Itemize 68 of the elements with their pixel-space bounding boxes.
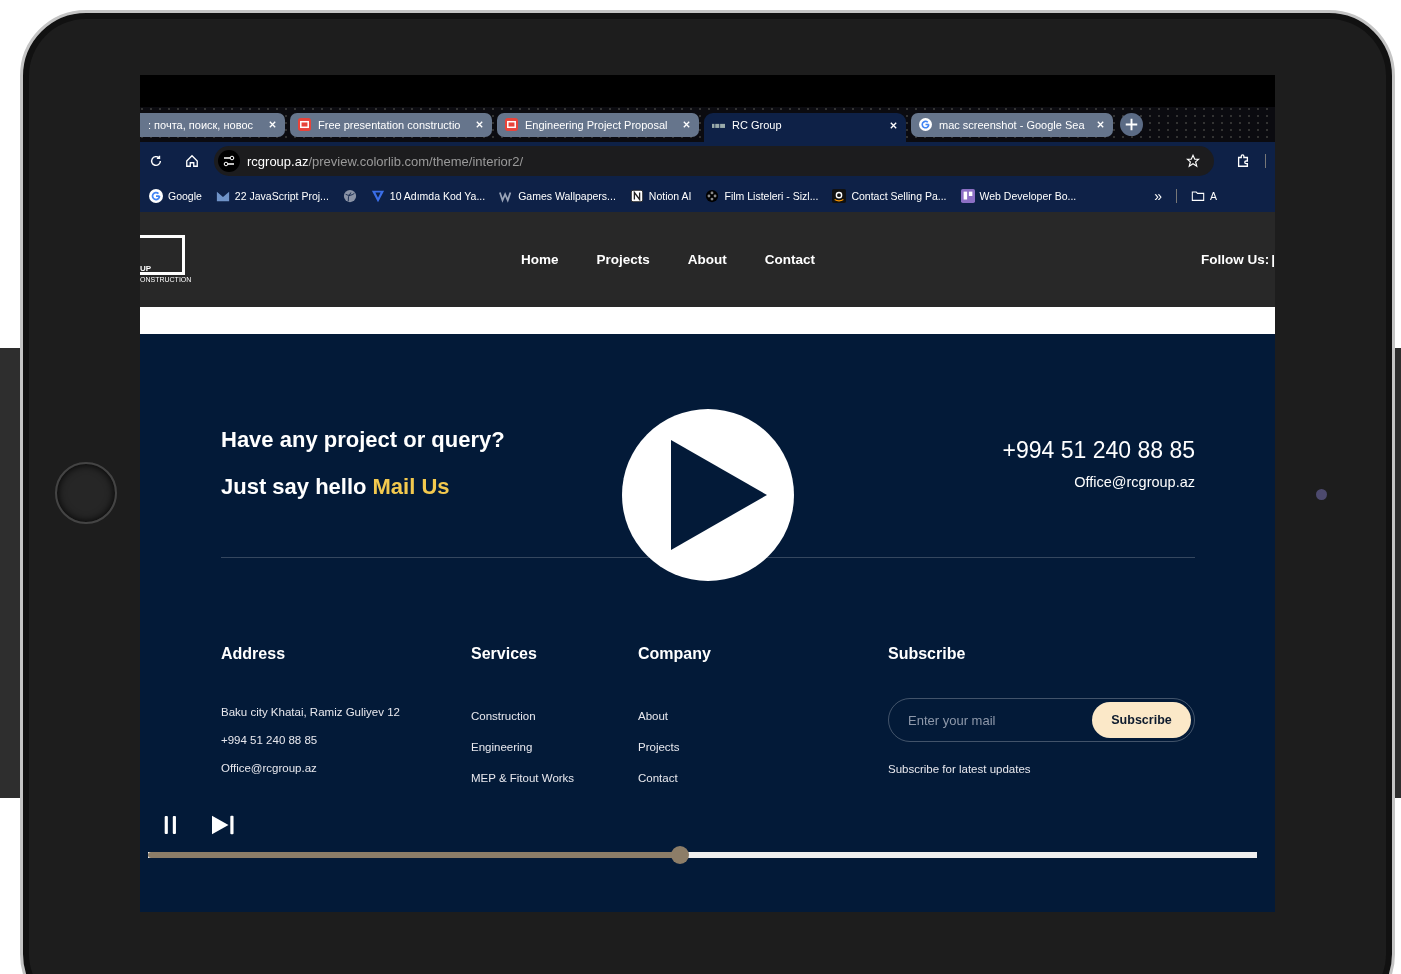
video-progress-thumb[interactable] <box>671 846 690 864</box>
bookmark-item[interactable] <box>342 189 357 203</box>
globe-icon <box>342 189 357 203</box>
app-icon <box>505 118 518 131</box>
nav-link[interactable]: Contact <box>764 252 816 267</box>
url-path: /preview.colorlib.com/theme/interior2/ <box>308 153 524 169</box>
board-icon <box>960 189 975 203</box>
column-heading: Company <box>638 645 712 663</box>
browser-tab[interactable]: RC Group <box>704 112 906 142</box>
bookmark-star-icon[interactable] <box>1186 154 1200 168</box>
home-icon[interactable] <box>185 154 199 168</box>
address-bar[interactable]: rcgroup.az/preview.colorlib.com/theme/interior2/ <box>214 146 1214 176</box>
subscribe-note: Subscribe for latest updates <box>888 763 1032 775</box>
browser-tab[interactable]: mac screenshot - Google Sea <box>911 112 1113 137</box>
browser-tab[interactable]: Free presentation constructio <box>290 112 492 137</box>
reload-icon[interactable] <box>149 154 163 168</box>
wave-logo-icon <box>499 189 514 203</box>
footer-link[interactable]: MEP & Fitout Works <box>471 772 638 784</box>
browser-tab[interactable]: Engineering Project Proposal <box>497 112 699 137</box>
contact-headline: Have any project or query? <box>221 427 505 453</box>
footer-link[interactable]: Engineering <box>471 741 638 753</box>
subscribe-button[interactable]: Subscribe <box>1092 702 1191 738</box>
close-icon[interactable] <box>889 120 898 130</box>
url-domain: rcgroup.az <box>247 153 309 169</box>
column-heading: Address <box>221 645 287 663</box>
contact-hello-text: Just say hello <box>221 474 367 500</box>
contact-email: Office@rcgroup.az <box>1073 474 1195 490</box>
play-button[interactable] <box>622 409 794 581</box>
new-tab-icon[interactable] <box>1120 113 1143 136</box>
column-heading: Subscribe <box>888 645 967 663</box>
mail-us-link[interactable]: Mail Us <box>372 474 450 500</box>
bookmark-item[interactable]: 22 JavaScript Proj... <box>215 189 329 203</box>
bookmark-folder[interactable]: A <box>1191 189 1218 203</box>
notion-icon <box>629 189 644 203</box>
bookmark-item[interactable]: Web Developer Bo... <box>960 189 1077 203</box>
browser-tab[interactable]: : почта, поиск, новос <box>140 112 285 137</box>
footer-link[interactable]: Construction <box>471 710 638 722</box>
column-heading: Services <box>471 645 538 663</box>
bookmark-item[interactable]: Games Wallpapers... <box>499 189 616 203</box>
nav-link[interactable]: Projects <box>596 252 650 267</box>
follow-divider: | <box>1271 252 1275 267</box>
bookmark-item[interactable]: 10 Adımda Kod Ya... <box>370 189 486 203</box>
folder-icon <box>1191 189 1206 203</box>
footer-link[interactable]: Projects <box>638 741 888 753</box>
footer-link[interactable]: About <box>638 710 888 722</box>
follow-label: Follow Us: <box>1200 252 1270 267</box>
bookmark-item[interactable]: Contact Selling Pa... <box>832 189 947 203</box>
triangle-icon <box>370 189 385 203</box>
shop-icon <box>832 189 847 203</box>
more-bookmarks-button[interactable]: » <box>1154 188 1163 204</box>
nav-link[interactable]: About <box>687 252 727 267</box>
bookmark-item[interactable]: Notion AI <box>629 189 692 203</box>
envelope-icon <box>215 189 230 203</box>
app-icon <box>298 118 311 131</box>
google-icon <box>149 189 163 203</box>
google-icon <box>919 118 932 131</box>
bookmark-item[interactable]: Google <box>149 189 202 203</box>
nav-link[interactable]: Home <box>521 252 559 267</box>
logo-text: UP <box>140 263 152 273</box>
site-settings-icon[interactable] <box>218 150 240 172</box>
film-reel-icon <box>705 189 720 203</box>
bookmark-item[interactable]: Film Listeleri - Sizl... <box>705 189 819 203</box>
logo-mark <box>140 234 185 275</box>
contact-phone: +994 51 240 88 85 <box>1002 437 1195 464</box>
footer-link[interactable]: Contact <box>638 772 888 784</box>
skip-next-icon[interactable] <box>210 814 236 836</box>
extensions-icon[interactable] <box>1236 154 1250 168</box>
camera-icon <box>1316 489 1327 500</box>
